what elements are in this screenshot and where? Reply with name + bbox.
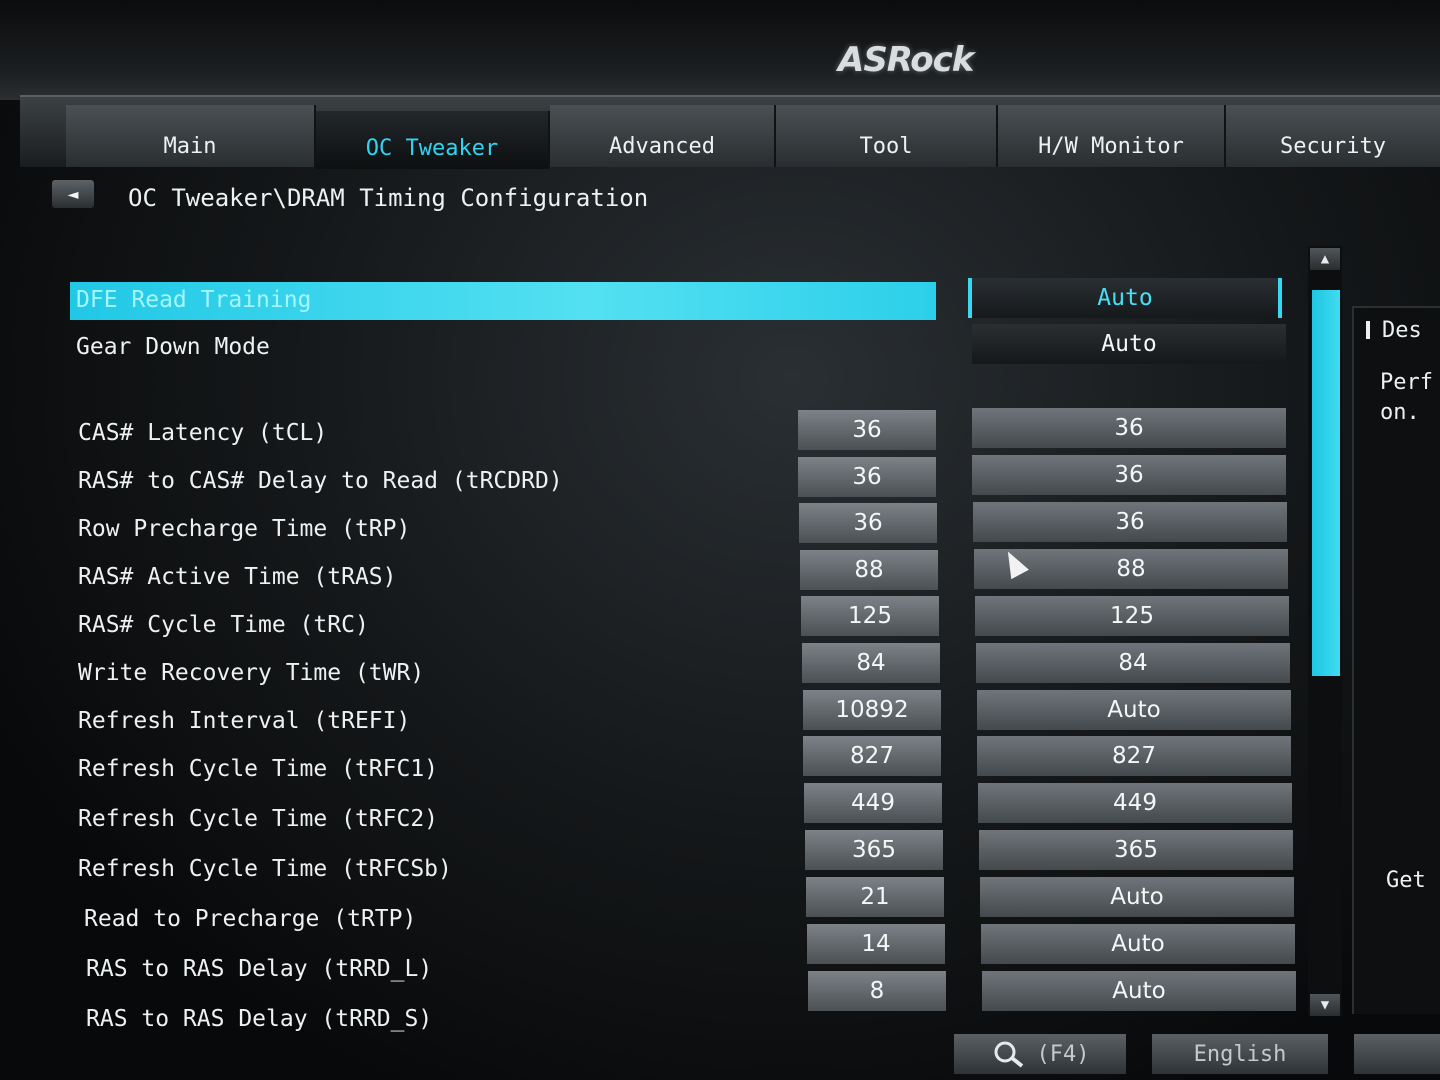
search-icon bbox=[994, 1041, 1023, 1068]
gear-down-mode-value[interactable]: Auto bbox=[972, 324, 1286, 364]
trrd-l-current: 14 bbox=[807, 924, 945, 964]
trtp-current: 21 bbox=[806, 877, 944, 917]
dfe-read-training-value[interactable]: Auto bbox=[968, 278, 1282, 318]
trrd-s-value[interactable]: Auto bbox=[982, 971, 1296, 1011]
scrollbar-thumb[interactable] bbox=[1312, 290, 1340, 676]
trfcsb-current: 365 bbox=[805, 830, 943, 870]
setting-label: Gear Down Mode bbox=[76, 334, 270, 360]
back-button[interactable]: ◄ bbox=[52, 180, 94, 208]
tcl-value[interactable]: 36 bbox=[972, 408, 1286, 448]
trp-value[interactable]: 36 bbox=[973, 502, 1287, 542]
asrock-logo: ASRock bbox=[838, 40, 974, 80]
trfc1-current: 827 bbox=[803, 736, 941, 776]
breadcrumb: OC Tweaker\DRAM Timing Configuration bbox=[128, 184, 649, 212]
tab-hw-monitor[interactable]: H/W Monitor bbox=[998, 105, 1226, 167]
trefi-current: 10892 bbox=[803, 690, 941, 730]
back-arrow-icon: ◄ bbox=[67, 183, 79, 205]
trfc2-current: 449 bbox=[804, 783, 942, 823]
tras-current: 88 bbox=[800, 550, 938, 590]
setting-label: DFE Read Training bbox=[76, 287, 312, 313]
trp-current: 36 bbox=[799, 503, 937, 543]
trc-current: 125 bbox=[801, 596, 939, 636]
tcl-current: 36 bbox=[798, 410, 936, 450]
tab-bar: Main OC Tweaker Advanced Tool H/W Monito… bbox=[20, 95, 1440, 169]
tab-advanced[interactable]: Advanced bbox=[550, 105, 776, 167]
bottom-button-extra[interactable] bbox=[1354, 1034, 1440, 1074]
language-label: English bbox=[1193, 1041, 1287, 1067]
trfc2-value[interactable]: 449 bbox=[978, 783, 1292, 823]
trrd-l-value[interactable]: Auto bbox=[981, 924, 1295, 964]
tab-security[interactable]: Security bbox=[1226, 105, 1440, 167]
description-header: Des bbox=[1366, 318, 1422, 343]
tab-oc-tweaker[interactable]: OC Tweaker bbox=[316, 111, 550, 169]
brand-bar: ASRock bbox=[0, 0, 1440, 100]
twr-value[interactable]: 84 bbox=[976, 643, 1290, 683]
bar-icon bbox=[1366, 321, 1370, 339]
language-button[interactable]: English bbox=[1152, 1034, 1328, 1074]
description-footer: Get bbox=[1386, 868, 1426, 893]
trfcsb-value[interactable]: 365 bbox=[979, 830, 1293, 870]
trcdrd-value[interactable]: 36 bbox=[972, 455, 1286, 495]
tab-main[interactable]: Main bbox=[66, 105, 316, 167]
trfc1-value[interactable]: 827 bbox=[977, 736, 1291, 776]
description-text: Perf on. bbox=[1380, 370, 1433, 425]
trcdrd-current: 36 bbox=[798, 457, 936, 497]
scroll-up-button[interactable]: ▲ bbox=[1310, 248, 1340, 270]
bios-screen: ASRock Main OC Tweaker Advanced Tool H/W… bbox=[0, 0, 1440, 1080]
trefi-value[interactable]: Auto bbox=[977, 690, 1291, 730]
arrow-up-icon: ▲ bbox=[1320, 251, 1330, 267]
twr-current: 84 bbox=[802, 643, 940, 683]
arrow-down-icon: ▼ bbox=[1320, 997, 1330, 1013]
tab-tool[interactable]: Tool bbox=[776, 105, 998, 167]
setting-row-dfe-read-training[interactable]: DFE Read Training bbox=[70, 282, 936, 320]
trtp-value[interactable]: Auto bbox=[980, 877, 1294, 917]
search-button[interactable]: (F4) bbox=[954, 1034, 1126, 1074]
scroll-down-button[interactable]: ▼ bbox=[1310, 994, 1340, 1016]
search-shortcut-label: (F4) bbox=[1036, 1041, 1090, 1067]
trrd-s-current: 8 bbox=[808, 971, 946, 1011]
trc-value[interactable]: 125 bbox=[975, 596, 1289, 636]
